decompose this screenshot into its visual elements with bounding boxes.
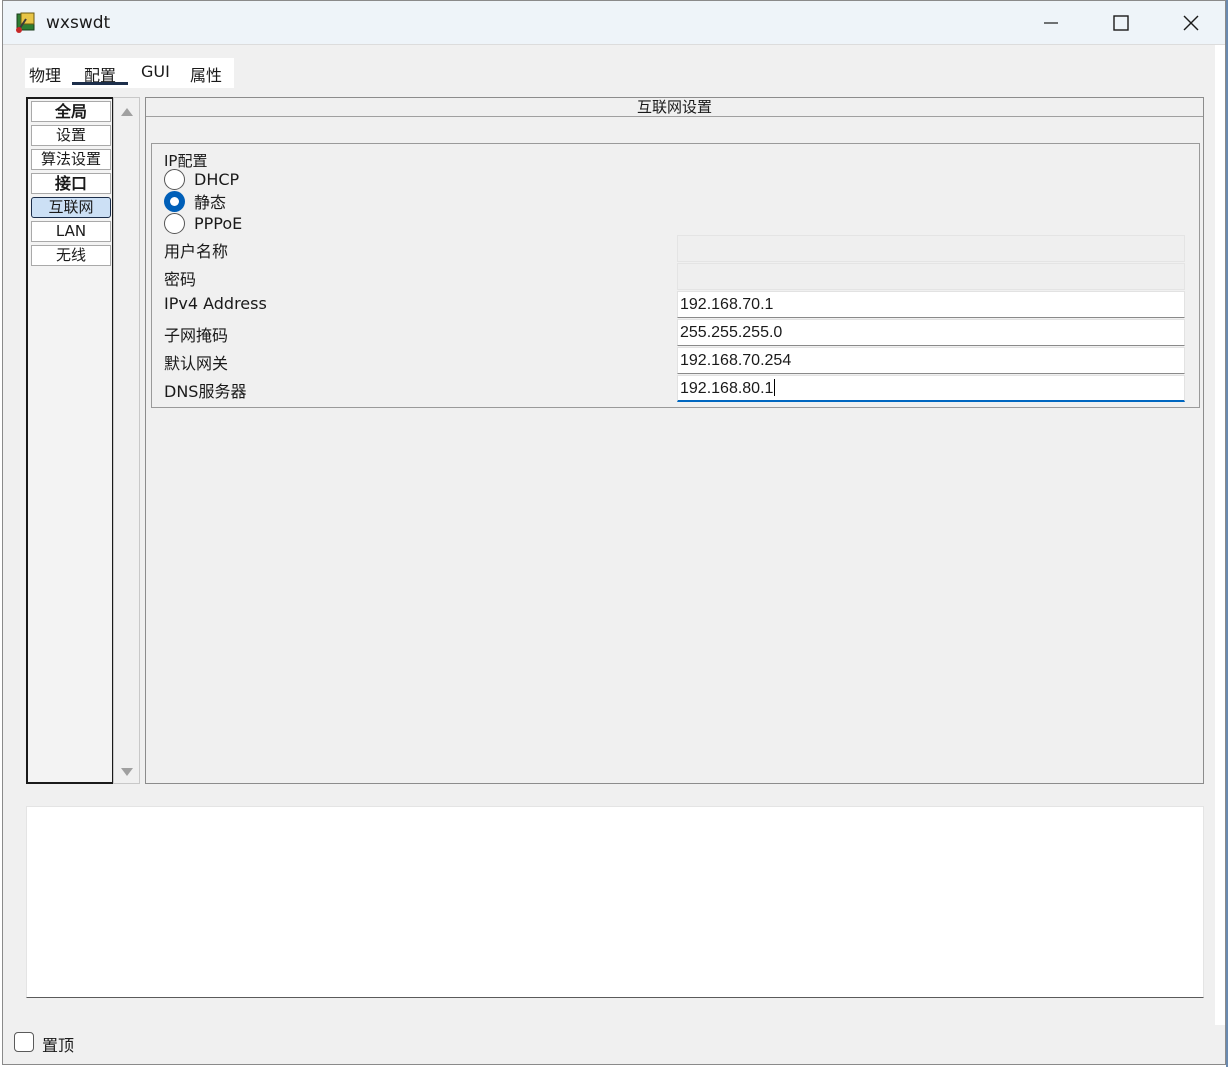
dns-server-value: 192.168.80.1 [680,380,774,397]
sidebar-scrollbar[interactable] [113,97,140,784]
radio-pppoe[interactable]: PPPoE [164,212,242,234]
nav-header-interface[interactable]: 接口 [31,173,111,194]
radio-unchecked-icon[interactable] [164,212,185,234]
maximize-icon [1113,15,1129,31]
password-label: 密码 [164,270,197,289]
tab-strip: 物理 配置 GUI 属性 [25,58,234,88]
nav-item-algorithm-settings[interactable]: 算法设置 [31,149,111,170]
window-right-edge [1215,45,1225,1025]
radio-unchecked-icon[interactable] [164,168,185,190]
minimize-button[interactable] [1016,1,1086,45]
radio-static[interactable]: 静态 [164,190,226,212]
nav-item-internet[interactable]: 互联网 [31,197,111,218]
console-output-area[interactable] [26,806,1204,998]
window-title: wxswdt [46,13,111,33]
tab-gui[interactable]: GUI [141,62,170,81]
always-on-top-checkbox[interactable] [14,1032,34,1052]
default-gateway-field[interactable]: 192.168.70.254 [677,347,1185,374]
radio-checked-icon[interactable] [164,190,185,212]
ipv4-address-field[interactable]: 192.168.70.1 [677,291,1185,318]
tab-attributes[interactable]: 属性 [190,62,222,86]
panel-title: 互联网设置 [146,98,1203,117]
dns-server-field[interactable]: 192.168.80.1 [677,375,1185,402]
username-label: 用户名称 [164,242,229,261]
app-window: wxswdt 物理 配置 GUI 属性 全局 设置 算法设置 接口 互联网 LA… [2,0,1226,1065]
maximize-button[interactable] [1086,1,1156,45]
subnet-mask-field[interactable]: 255.255.255.0 [677,319,1185,346]
radio-dhcp-label: DHCP [194,169,240,189]
active-tab-indicator [72,82,128,85]
scroll-down-icon[interactable] [121,768,133,776]
title-bar[interactable]: wxswdt [3,1,1225,45]
internet-settings-panel: 互联网设置 IP配置 DHCP 静态 PPPoE 用户名称 密码 IPv4 Ad… [145,97,1204,784]
nav-item-lan[interactable]: LAN [31,221,111,242]
nav-item-wireless[interactable]: 无线 [31,245,111,266]
radio-static-label: 静态 [194,193,227,212]
nav-header-global[interactable]: 全局 [31,101,111,122]
always-on-top-label: 置顶 [42,1036,75,1055]
password-field[interactable] [677,263,1185,290]
nav-item-settings[interactable]: 设置 [31,125,111,146]
app-icon [16,12,35,33]
text-caret [774,379,776,396]
username-field[interactable] [677,235,1185,262]
radio-pppoe-label: PPPoE [194,213,243,233]
default-gateway-label: 默认网关 [164,354,229,373]
radio-dhcp[interactable]: DHCP [164,168,239,190]
subnet-mask-label: 子网掩码 [164,326,229,345]
ipv4-address-label: IPv4 Address [164,294,267,313]
scroll-up-icon[interactable] [121,108,133,116]
tab-physical[interactable]: 物理 [29,62,61,86]
close-icon [1183,15,1199,31]
sidebar-nav: 全局 设置 算法设置 接口 互联网 LAN 无线 [26,97,113,784]
dns-server-label: DNS服务器 [164,382,247,401]
close-button[interactable] [1156,1,1225,45]
footer-bar [3,1025,1225,1064]
ip-config-group: IP配置 DHCP 静态 PPPoE 用户名称 密码 IPv4 Address … [151,143,1200,408]
minimize-icon [1044,22,1058,24]
